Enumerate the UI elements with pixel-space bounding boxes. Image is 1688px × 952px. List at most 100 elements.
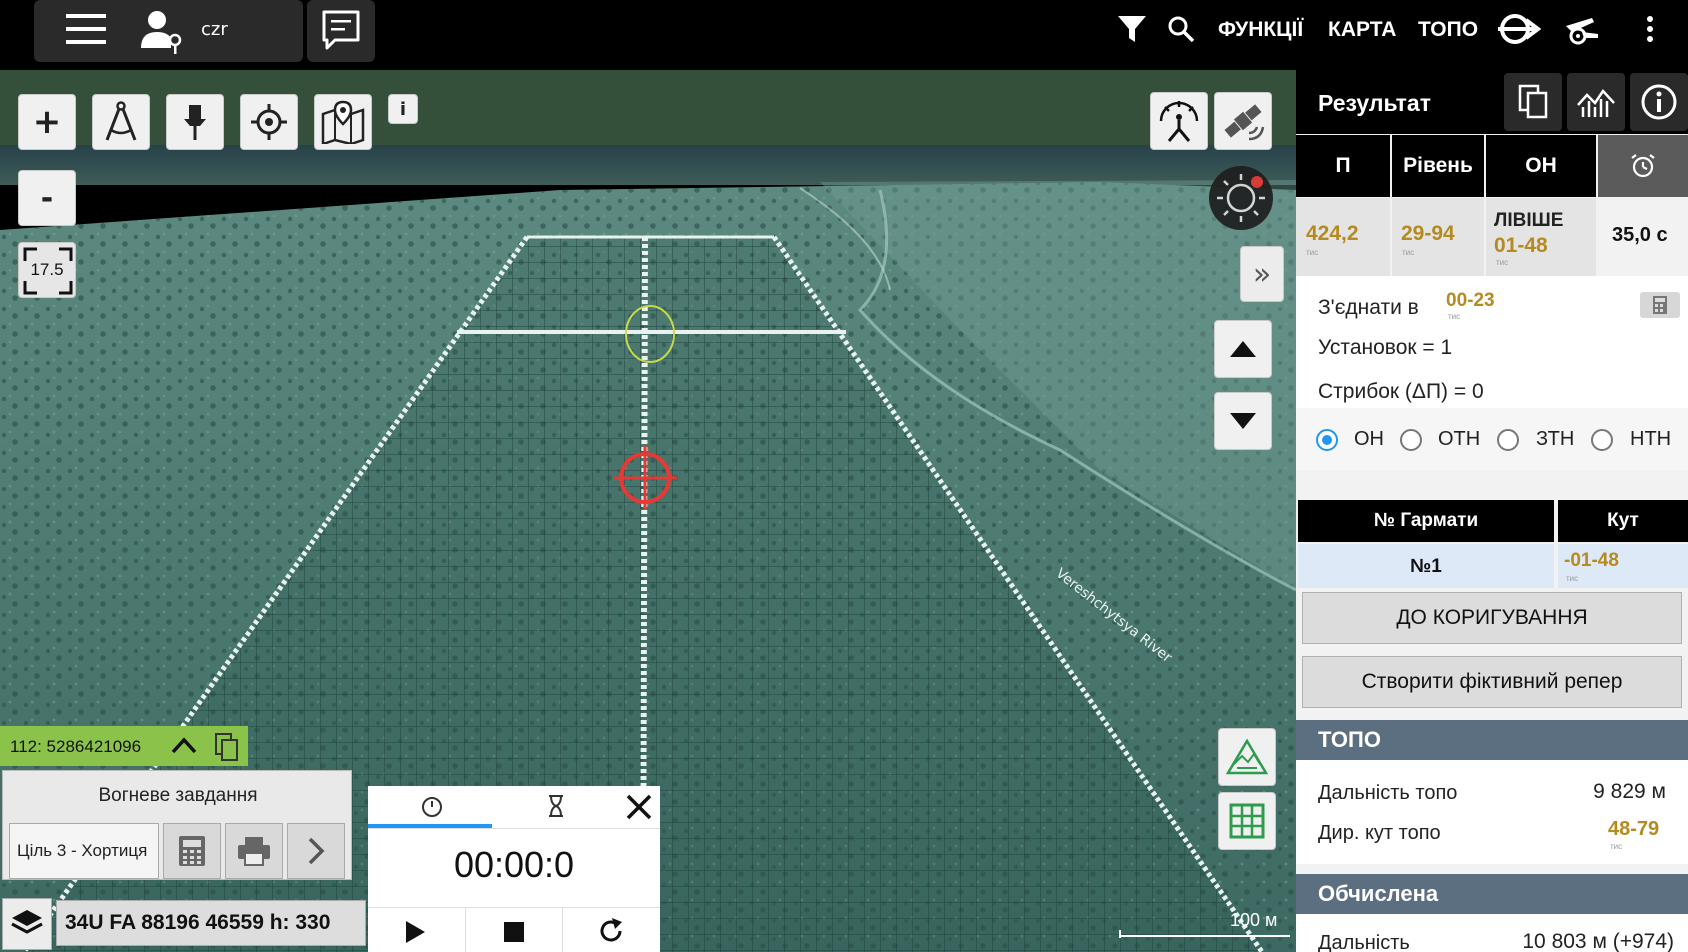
- radio-otn[interactable]: [1400, 429, 1422, 451]
- target-selector[interactable]: Ціль 3 - Хортиця: [9, 823, 159, 879]
- zoom-level: 17.5: [30, 260, 64, 279]
- to-correction-button[interactable]: ДО КОРИГУВАННЯ: [1302, 592, 1682, 644]
- tilt-down-button[interactable]: [1214, 392, 1272, 450]
- on-direction-label: ЛІВІШЕ: [1494, 210, 1564, 231]
- zoom-in-button[interactable]: +: [18, 94, 76, 150]
- pin-button[interactable]: [166, 94, 224, 150]
- radio-ztn-label: ЗТН: [1536, 428, 1575, 450]
- radio-otn-label: ОТН: [1438, 428, 1481, 450]
- installs-text: Установок = 1: [1318, 336, 1453, 359]
- angle-value: -01-48: [1564, 550, 1619, 571]
- tab-time[interactable]: [1598, 135, 1688, 197]
- menu-map[interactable]: КАРТА: [1328, 0, 1396, 60]
- coordinate-display[interactable]: 34U FA 88196 46559 h: 330: [56, 900, 366, 946]
- radio-ntn[interactable]: [1591, 429, 1613, 451]
- print-button[interactable]: [225, 823, 283, 879]
- hourglass-tab-icon[interactable]: [546, 794, 566, 818]
- calc-range-value: 10 803 м (+974): [1522, 930, 1674, 952]
- expand-label: »: [1252, 256, 1272, 292]
- menu-functions[interactable]: ФУНКЦІЇ: [1218, 0, 1303, 60]
- timer-controls-divider: [368, 907, 660, 908]
- join-value: 00-23: [1446, 290, 1495, 311]
- topo-dir-label: Дир. кут топо: [1318, 822, 1441, 844]
- join-label: З'єднати в: [1318, 296, 1419, 319]
- tab-p[interactable]: П: [1296, 135, 1390, 197]
- gun-header-label: № Гармати: [1373, 510, 1479, 531]
- copy-result-button[interactable]: [1504, 73, 1562, 131]
- tab-level[interactable]: Рівень: [1392, 135, 1484, 197]
- next-button[interactable]: [287, 823, 345, 879]
- topo-range-label: Дальність топо: [1318, 782, 1458, 804]
- status-code-bar[interactable]: 112: 5286421096: [0, 726, 248, 766]
- coordinates: 34U FA 88196 46559 h: 330: [65, 911, 331, 934]
- radio-ztn[interactable]: [1497, 429, 1519, 451]
- on-value: 01-48: [1494, 234, 1548, 257]
- zoom-level-button[interactable]: 17.5: [18, 242, 76, 298]
- messages-button[interactable]: [307, 0, 375, 62]
- radio-ntn-label: НТН: [1630, 428, 1672, 450]
- radio-on-label: ОН: [1354, 428, 1384, 450]
- zoom-out-button[interactable]: -: [18, 170, 76, 226]
- play-icon[interactable]: [402, 918, 428, 946]
- user-button[interactable]: czr: [113, 0, 303, 62]
- angle-header: Кут: [1558, 500, 1688, 542]
- info-button[interactable]: i: [388, 94, 418, 124]
- result-tabs: П Рівень ОН: [1296, 135, 1688, 197]
- terrain-profile-icon: [1577, 88, 1615, 117]
- satellite-button[interactable]: [1214, 92, 1272, 150]
- timer-divider: [368, 828, 660, 829]
- menu-topo[interactable]: ТОПО: [1418, 0, 1478, 60]
- calculator-button[interactable]: [163, 823, 221, 879]
- timer-sep-2: [562, 908, 563, 952]
- radio-on[interactable]: [1316, 429, 1338, 451]
- profile-button[interactable]: [1567, 73, 1625, 131]
- pushpin-icon: [184, 105, 206, 140]
- copy-icon[interactable]: [214, 732, 240, 762]
- reset-icon[interactable]: [596, 916, 626, 946]
- search-icon[interactable]: [1166, 14, 1196, 44]
- create-fictive-reper-button[interactable]: Створити фіктивний репер: [1302, 656, 1682, 708]
- scale-label: 100 м: [1230, 910, 1277, 930]
- filter-icon[interactable]: [1115, 12, 1149, 46]
- zoom-out-label: -: [40, 180, 54, 216]
- tab-level-label: Рівень: [1403, 154, 1473, 177]
- chevron-up-icon[interactable]: [170, 734, 198, 758]
- observer-icon: [1159, 101, 1199, 142]
- route-icon[interactable]: [1496, 10, 1542, 48]
- sun-angle-button[interactable]: [1150, 92, 1208, 150]
- locate-button[interactable]: [240, 94, 298, 150]
- stopwatch-tab-icon[interactable]: [420, 794, 444, 818]
- gun-number-cell[interactable]: №1: [1298, 544, 1554, 588]
- join-info: З'єднати в 00-23 тис Установок = 1 Стриб…: [1296, 276, 1688, 408]
- grid-toggle-button[interactable]: [1218, 792, 1276, 850]
- result-title: Результат: [1318, 90, 1431, 116]
- info-result-button[interactable]: [1630, 73, 1688, 131]
- compass-button[interactable]: [1209, 166, 1273, 230]
- angle-cell[interactable]: -01-48 тис: [1558, 544, 1688, 588]
- expand-panel-button[interactable]: »: [1240, 246, 1284, 302]
- tab-p-label: П: [1335, 154, 1351, 177]
- p-unit: тис: [1306, 248, 1319, 257]
- layers-button[interactable]: [2, 898, 52, 950]
- more-vertical-icon[interactable]: [1640, 14, 1660, 46]
- tilt-up-button[interactable]: [1214, 320, 1272, 378]
- stop-icon[interactable]: [502, 920, 526, 944]
- measure-button[interactable]: [92, 94, 150, 150]
- map-markers-button[interactable]: [314, 94, 372, 150]
- topo-dir-unit: тис: [1610, 842, 1623, 851]
- layers-icon: [11, 910, 43, 934]
- close-icon[interactable]: [624, 792, 654, 822]
- map-pin-icon: [321, 100, 365, 144]
- time-value: 35,0 с: [1612, 224, 1668, 246]
- p-value-cell: 424,2 тис: [1296, 198, 1390, 276]
- menu-map-label: КАРТА: [1328, 18, 1397, 41]
- calculator-icon: [179, 836, 205, 866]
- calculator-small-icon[interactable]: [1640, 292, 1680, 318]
- angle-unit: тис: [1566, 574, 1579, 583]
- status-code: 112: 5286421096: [10, 737, 142, 756]
- tab-on[interactable]: ОН: [1486, 135, 1596, 197]
- copy-icon: [1518, 84, 1548, 119]
- artillery-icon[interactable]: [1562, 12, 1602, 48]
- topo-section-header: ТОПО: [1296, 720, 1688, 760]
- terrain-button[interactable]: [1218, 728, 1276, 786]
